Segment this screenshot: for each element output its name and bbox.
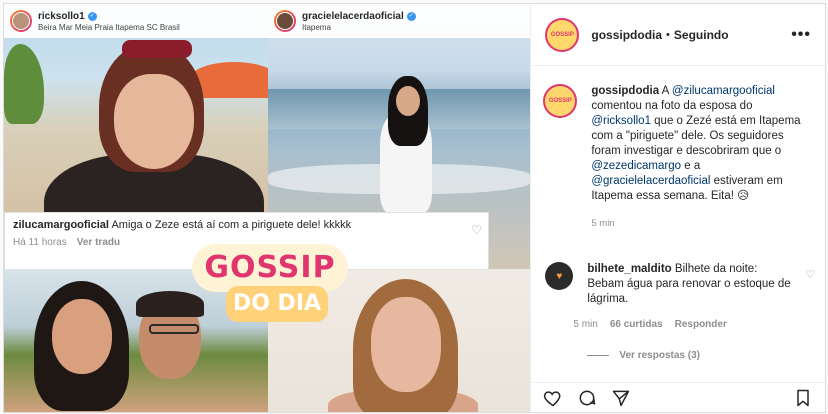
post-image[interactable]: ricksollo1 ✓ Beira Mar Meia Praia Itapema… (4, 4, 531, 412)
post-dialog: ricksollo1 ✓ Beira Mar Meia Praia Itapema… (3, 3, 826, 413)
panel-2-header: gracielelacerdaoficial ✓ Itapema (268, 4, 531, 38)
mention-link[interactable]: @zezedicamargo (591, 160, 681, 172)
post-caption: GOSSIP gossipdodia A @zilucamargooficial… (543, 84, 813, 231)
panel-2-username: gracielelacerdaoficial (302, 10, 404, 22)
post-sidebar: GOSSIP gossipdodia • Seguindo ••• GOSSIP… (530, 4, 825, 412)
glasses-shape (149, 324, 199, 334)
comment-time: 5 min (573, 319, 598, 330)
verified-icon: ✓ (406, 11, 416, 21)
reply-button[interactable]: Responder (675, 319, 727, 330)
comment-username[interactable]: bilhete_maldito (587, 263, 671, 275)
panel-2-location: Itapema (302, 22, 331, 32)
face-shape (371, 297, 441, 392)
logo-top: GOSSIP (192, 244, 348, 292)
caption-time: 5 min (591, 218, 615, 229)
comment-icon[interactable] (577, 388, 597, 408)
mention-link[interactable]: @zilucamargooficial (672, 85, 775, 97)
heart-icon: ♡ (471, 223, 482, 237)
caption-part: A (661, 85, 672, 97)
face-shape (114, 74, 194, 169)
gossip-logo: GOSSIP DO DIA (192, 244, 352, 324)
comment-likes[interactable]: 66 curtidas (610, 319, 663, 330)
face-shape (396, 86, 420, 116)
view-replies-label: Ver respostas (3) (619, 350, 700, 361)
following-button[interactable]: Seguindo (674, 28, 729, 42)
like-heart-icon[interactable] (543, 388, 563, 408)
panel-1-location: Beira Mar Meia Praia Itapema SC Brasil (38, 22, 180, 32)
caption-part: e a (681, 160, 701, 172)
avatar (10, 10, 32, 32)
comment-item: ♥ bilhete_maldito Bilhete da noite: Beba… (545, 262, 815, 330)
share-icon[interactable] (611, 388, 631, 408)
caption-part: comentou na foto da esposa do (591, 100, 753, 112)
bookmark-icon[interactable] (793, 388, 813, 408)
more-options-icon[interactable]: ••• (791, 26, 811, 44)
mention-link[interactable]: @gracielelacerdaoficial (591, 175, 710, 187)
panel-1-username: ricksollo1 (38, 10, 85, 22)
avatar[interactable]: GOSSIP (545, 17, 580, 52)
panel-1-header: ricksollo1 ✓ Beira Mar Meia Praia Itapema… (4, 4, 268, 38)
face-shape (52, 299, 112, 374)
sunglasses-shape (122, 40, 192, 58)
mention-link[interactable]: @ricksollo1 (591, 115, 651, 127)
overlay-time: Há 11 horas (13, 237, 67, 248)
divider (587, 355, 610, 356)
overlay-text: Amiga o Zeze está aí com a piriguete del… (111, 219, 352, 231)
header-username[interactable]: gossipdodia (591, 28, 662, 42)
overlay-username: zilucamargooficial (13, 219, 109, 231)
overlay-translate: Ver tradu (76, 237, 121, 248)
avatar[interactable]: GOSSIP (543, 84, 578, 118)
separator: • (666, 28, 670, 41)
view-replies-button[interactable]: Ver respostas (3) (587, 350, 700, 361)
post-header: GOSSIP gossipdodia • Seguindo ••• (531, 4, 825, 66)
avatar (274, 10, 296, 32)
logo-bottom: DO DIA (226, 286, 328, 322)
action-bar (531, 382, 825, 412)
tree-shape (4, 44, 44, 124)
avatar[interactable]: ♥ (545, 262, 574, 290)
verified-icon: ✓ (87, 11, 97, 21)
heart-icon[interactable]: ♡ (805, 268, 815, 281)
caption-text: gossipdodia A @zilucamargooficial coment… (591, 84, 813, 204)
caption-username[interactable]: gossipdodia (591, 85, 659, 97)
